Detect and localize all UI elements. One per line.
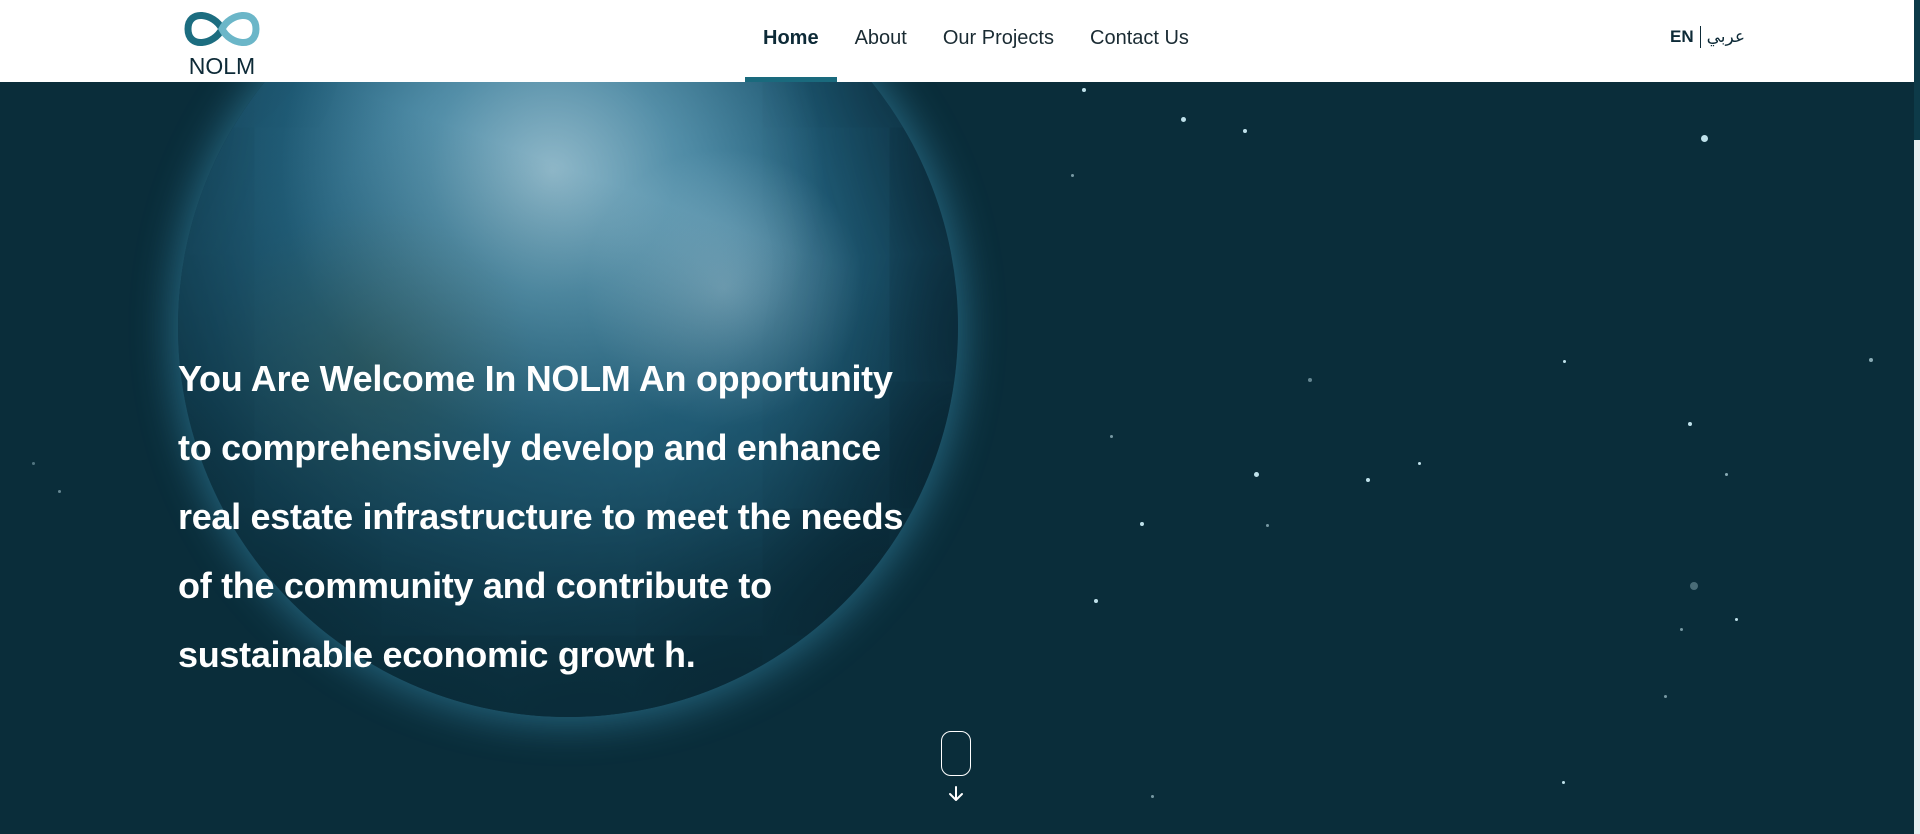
star [1308, 378, 1312, 382]
nav-item-home[interactable]: Home [745, 0, 837, 82]
star [32, 462, 35, 465]
star [1690, 582, 1698, 590]
arrow-down-icon[interactable] [946, 784, 966, 804]
star [1110, 435, 1113, 438]
star [1151, 795, 1154, 798]
star [1664, 695, 1667, 698]
nav-item-contact-us[interactable]: Contact Us [1072, 0, 1207, 82]
star [1562, 781, 1565, 784]
star [1735, 618, 1738, 621]
main-nav: Home About Our Projects Contact Us [745, 0, 1207, 82]
nav-item-about[interactable]: About [837, 0, 925, 82]
site-header: NOLM Home About Our Projects Contact Us … [0, 0, 1914, 82]
star [1254, 472, 1259, 477]
star [1082, 88, 1086, 92]
nav-item-our-projects[interactable]: Our Projects [925, 0, 1072, 82]
language-en[interactable]: EN [1670, 27, 1694, 47]
language-switcher: EN عربي [1670, 26, 1745, 48]
star [1243, 129, 1247, 133]
language-arabic[interactable]: عربي [1707, 27, 1745, 47]
star [1094, 599, 1098, 603]
star [1366, 478, 1370, 482]
star [58, 490, 61, 493]
page: NOLM Home About Our Projects Contact Us … [0, 0, 1920, 834]
page-scrollbar[interactable] [1914, 0, 1920, 834]
scrollbar-thumb[interactable] [1914, 0, 1920, 140]
hero-headline: You Are Welcome In NOLM An opportunity t… [178, 358, 904, 675]
language-divider [1699, 26, 1701, 48]
star [1688, 422, 1692, 426]
logo-infinity-icon [184, 12, 260, 46]
star [1181, 117, 1186, 122]
mouse-icon[interactable] [941, 731, 971, 776]
star [1725, 473, 1728, 476]
star [1140, 522, 1144, 526]
star [1701, 135, 1708, 142]
star [1418, 462, 1421, 465]
star [1071, 174, 1074, 177]
star [1563, 360, 1566, 363]
star [1869, 358, 1873, 362]
nolm-logo[interactable]: NOLM [178, 3, 266, 79]
star [1266, 524, 1269, 527]
logo-wordmark: NOLM [188, 53, 256, 79]
star [1680, 628, 1683, 631]
hero-section: You Are Welcome In NOLM An opportunity t… [0, 82, 1914, 834]
